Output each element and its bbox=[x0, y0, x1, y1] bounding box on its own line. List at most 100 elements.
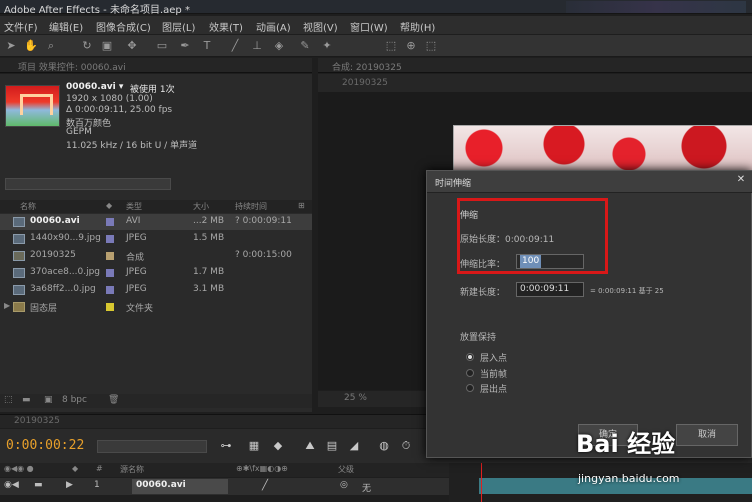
menu-view[interactable]: 视图(V) bbox=[303, 19, 338, 34]
puppet-tool-icon[interactable]: ✦ bbox=[320, 39, 334, 53]
project-item[interactable]: 370ace8...0.jpg JPEG 1.7 MB bbox=[0, 265, 312, 281]
trash-icon[interactable]: 🗑 bbox=[108, 395, 119, 405]
selection-tool-icon[interactable]: ➤ bbox=[4, 39, 18, 53]
label-color-chip[interactable] bbox=[106, 218, 114, 226]
pan-behind-tool-icon[interactable]: ✥ bbox=[125, 39, 139, 53]
new-duration-input[interactable]: 0:00:09:11 bbox=[516, 282, 584, 297]
layer-name-box[interactable]: 00060.avi bbox=[132, 479, 228, 494]
project-item[interactable]: 1440x90...9.jpg JPEG 1.5 MB bbox=[0, 231, 312, 247]
radio-in-point-label[interactable]: 层入点 bbox=[480, 351, 507, 364]
item-name: 00060.avi bbox=[30, 216, 80, 226]
project-footer: ⬚ ▬ ▣ 8 bpc 🗑 bbox=[0, 394, 312, 408]
layer-name: 00060.avi bbox=[136, 480, 186, 490]
project-item[interactable]: 20190325 合成 ? 0:00:15:00 bbox=[0, 248, 312, 264]
selected-file-name[interactable]: 00060.avi ▾ bbox=[66, 82, 123, 92]
label-tag-icon[interactable]: ◆ bbox=[106, 201, 112, 210]
project-item[interactable]: 00060.avi AVI ...2 MB ? 0:00:09:11 bbox=[0, 214, 312, 230]
menu-bar: 文件(F) 编辑(E) 图像合成(C) 图层(L) 效果(T) 动画(A) 视图… bbox=[0, 16, 752, 34]
axis-local-icon[interactable]: ⬚ bbox=[384, 39, 398, 53]
comp-mini-flowchart-icon[interactable]: ⊶ bbox=[218, 438, 234, 454]
mask-rect-tool-icon[interactable]: ▭ bbox=[155, 39, 169, 53]
col-duration[interactable]: 持续时间 bbox=[235, 201, 267, 212]
radio-current-frame-label[interactable]: 当前帧 bbox=[480, 367, 507, 380]
axis-view-icon[interactable]: ⬚ bbox=[424, 39, 438, 53]
av-switches-icon[interactable]: ◉◀◉ ● bbox=[4, 464, 34, 473]
project-search-input[interactable] bbox=[5, 178, 171, 190]
camera-tool-icon[interactable]: ▣ bbox=[100, 39, 114, 53]
menu-effect[interactable]: 效果(T) bbox=[209, 19, 243, 34]
layer-switches-icon[interactable]: ⊕✱\fx▦◐◑⊕ bbox=[236, 464, 288, 473]
rotate-tool-icon[interactable]: ↻ bbox=[80, 39, 94, 53]
timeline-search-input[interactable] bbox=[97, 440, 207, 453]
label-color-chip[interactable] bbox=[106, 303, 114, 311]
close-icon[interactable]: ✕ bbox=[733, 174, 749, 188]
col-size[interactable]: 大小 bbox=[193, 201, 209, 212]
radio-out-point[interactable] bbox=[466, 384, 474, 392]
menu-animation[interactable]: 动画(A) bbox=[256, 19, 291, 34]
graph-editor-icon[interactable]: ◍ bbox=[376, 438, 392, 454]
clone-tool-icon[interactable]: ⊥ bbox=[250, 39, 264, 53]
roto-tool-icon[interactable]: ✎ bbox=[298, 39, 312, 53]
pen-tool-icon[interactable]: ✒ bbox=[178, 39, 192, 53]
hide-shy-icon[interactable]: ⛰ bbox=[302, 438, 318, 454]
parent-select[interactable]: 无 bbox=[362, 481, 371, 494]
radio-out-point-label[interactable]: 层出点 bbox=[480, 382, 507, 395]
col-source-name[interactable]: 源名称 bbox=[120, 464, 144, 475]
project-item[interactable]: 3a68ff2...0.jpg JPEG 3.1 MB bbox=[0, 282, 312, 298]
menu-window[interactable]: 窗口(W) bbox=[350, 19, 388, 34]
lock-icon[interactable]: ▬ bbox=[34, 480, 43, 490]
tab-composition[interactable]: 合成: 20190325 bbox=[332, 60, 402, 73]
axis-world-icon[interactable]: ⊕ bbox=[404, 39, 418, 53]
layer-switch-icon[interactable]: ╱ bbox=[262, 480, 268, 491]
label-color-chip[interactable] bbox=[106, 235, 114, 243]
flowchart-icon[interactable]: ⊞ bbox=[298, 201, 305, 210]
menu-composition[interactable]: 图像合成(C) bbox=[96, 19, 151, 34]
composition-icon bbox=[13, 251, 25, 261]
live-update-icon[interactable]: ▦ bbox=[246, 438, 262, 454]
interpret-footage-icon[interactable]: ⬚ bbox=[4, 395, 13, 405]
pickwhip-icon[interactable]: ◎ bbox=[340, 480, 348, 490]
draft-3d-icon[interactable]: ◆ bbox=[270, 438, 286, 454]
label-color-chip[interactable] bbox=[106, 286, 114, 294]
radio-in-point[interactable] bbox=[466, 353, 474, 361]
file-thumbnail bbox=[5, 85, 60, 127]
text-tool-icon[interactable]: T bbox=[200, 39, 214, 53]
eraser-tool-icon[interactable]: ◈ bbox=[272, 39, 286, 53]
index-column-icon[interactable]: # bbox=[96, 464, 103, 473]
item-type: AVI bbox=[126, 216, 141, 226]
frame-blend-icon[interactable]: ▤ bbox=[324, 438, 340, 454]
title-bar: Adobe After Effects - 未命名项目.aep * bbox=[0, 0, 752, 16]
visibility-icon[interactable]: ◉◀ bbox=[4, 480, 19, 490]
label-tag-icon[interactable]: ◆ bbox=[72, 464, 78, 473]
brush-tool-icon[interactable]: ╱ bbox=[228, 39, 242, 53]
zoom-level[interactable]: 25 % bbox=[344, 393, 367, 403]
col-name[interactable]: 名称 bbox=[20, 201, 36, 212]
menu-edit[interactable]: 编辑(E) bbox=[49, 19, 83, 34]
expand-layer-icon[interactable]: ▶ bbox=[66, 480, 73, 490]
label-color-chip[interactable] bbox=[106, 269, 114, 277]
project-item[interactable]: ▶ 固态层 文件夹 bbox=[0, 299, 312, 315]
new-folder-icon[interactable]: ▬ bbox=[22, 395, 31, 405]
comp-breadcrumb: 20190325 bbox=[318, 74, 752, 92]
radio-current-frame[interactable] bbox=[466, 369, 474, 377]
new-comp-icon[interactable]: ▣ bbox=[44, 395, 53, 405]
menu-layer[interactable]: 图层(L) bbox=[162, 19, 195, 34]
current-timecode[interactable]: 0:00:00:22 bbox=[6, 438, 84, 453]
menu-help[interactable]: 帮助(H) bbox=[400, 19, 435, 34]
menu-file[interactable]: 文件(F) bbox=[4, 19, 38, 34]
comp-name[interactable]: 20190325 bbox=[342, 78, 388, 88]
hand-tool-icon[interactable]: ✋ bbox=[24, 39, 38, 53]
zoom-tool-icon[interactable]: ⌕ bbox=[44, 39, 58, 53]
item-name: 1440x90...9.jpg bbox=[30, 233, 101, 243]
item-type: JPEG bbox=[126, 267, 147, 277]
col-type[interactable]: 类型 bbox=[126, 201, 142, 212]
bit-depth-label[interactable]: 8 bpc bbox=[62, 395, 87, 405]
label-color-chip[interactable] bbox=[106, 252, 114, 260]
col-parent[interactable]: 父级 bbox=[338, 464, 354, 475]
tab-timeline[interactable]: 20190325 bbox=[14, 416, 60, 426]
stopwatch-icon[interactable]: ⏱ bbox=[398, 438, 414, 454]
current-time-indicator[interactable] bbox=[481, 463, 482, 502]
motion-blur-icon[interactable]: ◢ bbox=[346, 438, 362, 454]
disclosure-triangle-icon[interactable]: ▶ bbox=[4, 301, 10, 310]
tab-project[interactable]: 项目 效果控件: 00060.avi bbox=[18, 60, 126, 73]
